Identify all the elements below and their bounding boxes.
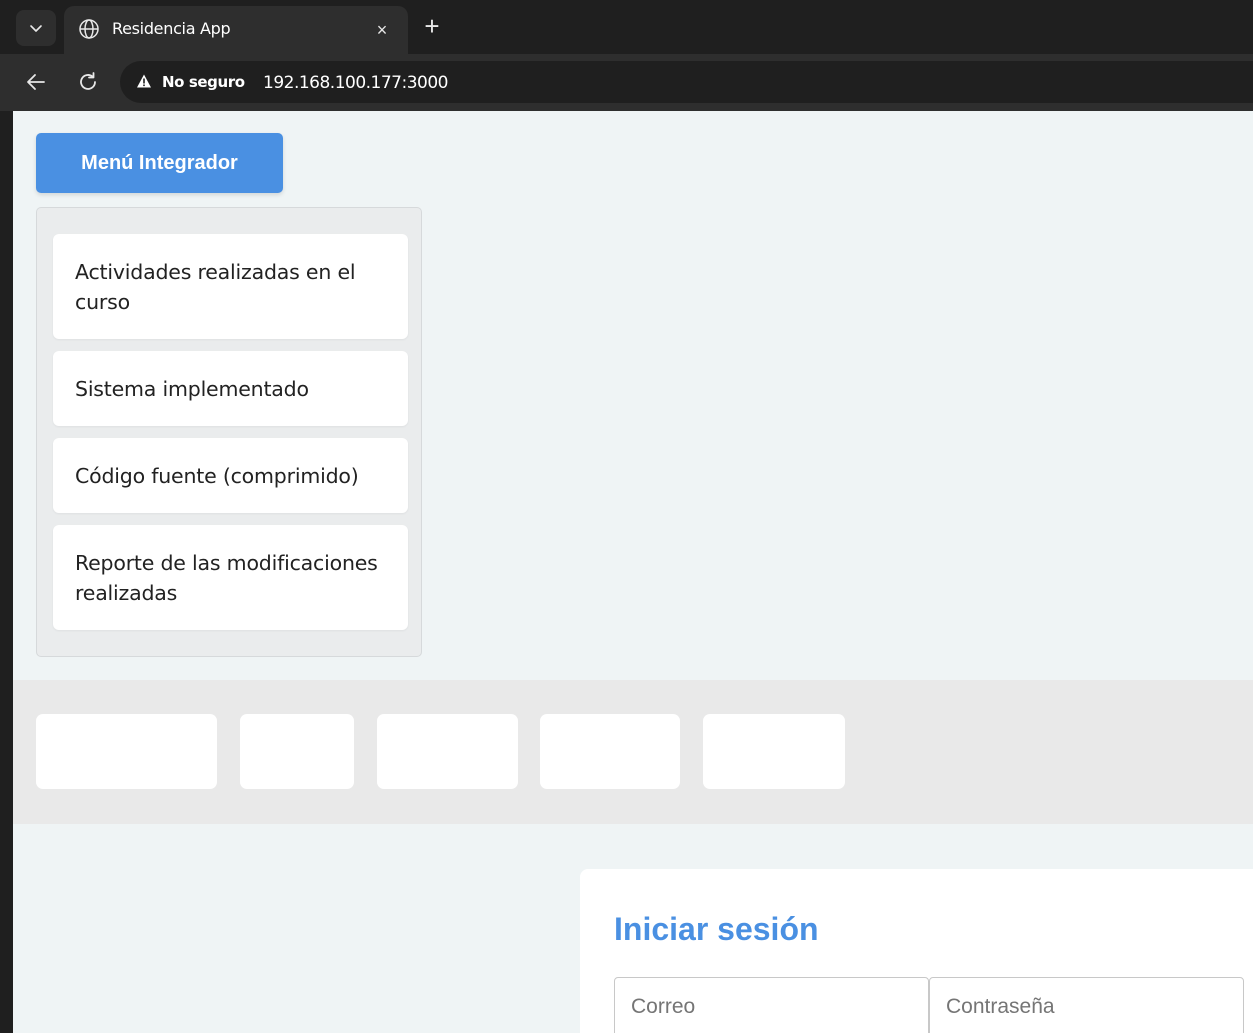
- reload-button[interactable]: [74, 68, 102, 96]
- nav-card[interactable]: [240, 714, 354, 789]
- menu-item-codigo-fuente[interactable]: Código fuente (comprimido): [53, 438, 408, 513]
- close-icon[interactable]: ×: [370, 18, 394, 42]
- tab-title: Residencia App: [112, 19, 231, 38]
- login-card: Iniciar sesión: [580, 869, 1253, 1033]
- menu-item-sistema[interactable]: Sistema implementado: [53, 351, 408, 426]
- menu-item-reporte[interactable]: Reporte de las modificaciones realizadas: [53, 525, 408, 630]
- url-text[interactable]: 192.168.100.177:3000: [263, 73, 449, 93]
- menu-item-actividades[interactable]: Actividades realizadas en el curso: [53, 234, 408, 339]
- security-status-label[interactable]: No seguro: [162, 73, 245, 91]
- login-title: Iniciar sesión: [614, 911, 819, 947]
- nav-card[interactable]: [540, 714, 680, 789]
- warning-icon[interactable]: [136, 73, 152, 89]
- nav-strip: [13, 680, 1253, 824]
- browser-toolbar: No seguro 192.168.100.177:3000: [0, 54, 1253, 111]
- tab-search-button[interactable]: [16, 10, 56, 46]
- page-viewport: Menú Integrador Actividades realizadas e…: [13, 111, 1253, 1033]
- reload-icon: [80, 72, 96, 90]
- address-bar[interactable]: No seguro 192.168.100.177:3000: [120, 61, 1253, 103]
- globe-icon: [79, 19, 99, 39]
- back-arrow-icon: [27, 74, 45, 90]
- menu-integrador-button[interactable]: Menú Integrador: [36, 133, 283, 193]
- back-button[interactable]: [22, 68, 50, 96]
- nav-card[interactable]: [377, 714, 518, 789]
- browser-tab-bar: Residencia App × +: [0, 0, 1253, 54]
- nav-card[interactable]: [703, 714, 845, 789]
- new-tab-button[interactable]: +: [418, 11, 446, 41]
- nav-card[interactable]: [36, 714, 217, 789]
- browser-tab[interactable]: Residencia App ×: [64, 6, 408, 54]
- password-field[interactable]: [929, 977, 1244, 1033]
- email-field[interactable]: [614, 977, 929, 1033]
- menu-dropdown-panel: Actividades realizadas en el curso Siste…: [36, 207, 422, 657]
- chevron-down-icon: [30, 25, 42, 32]
